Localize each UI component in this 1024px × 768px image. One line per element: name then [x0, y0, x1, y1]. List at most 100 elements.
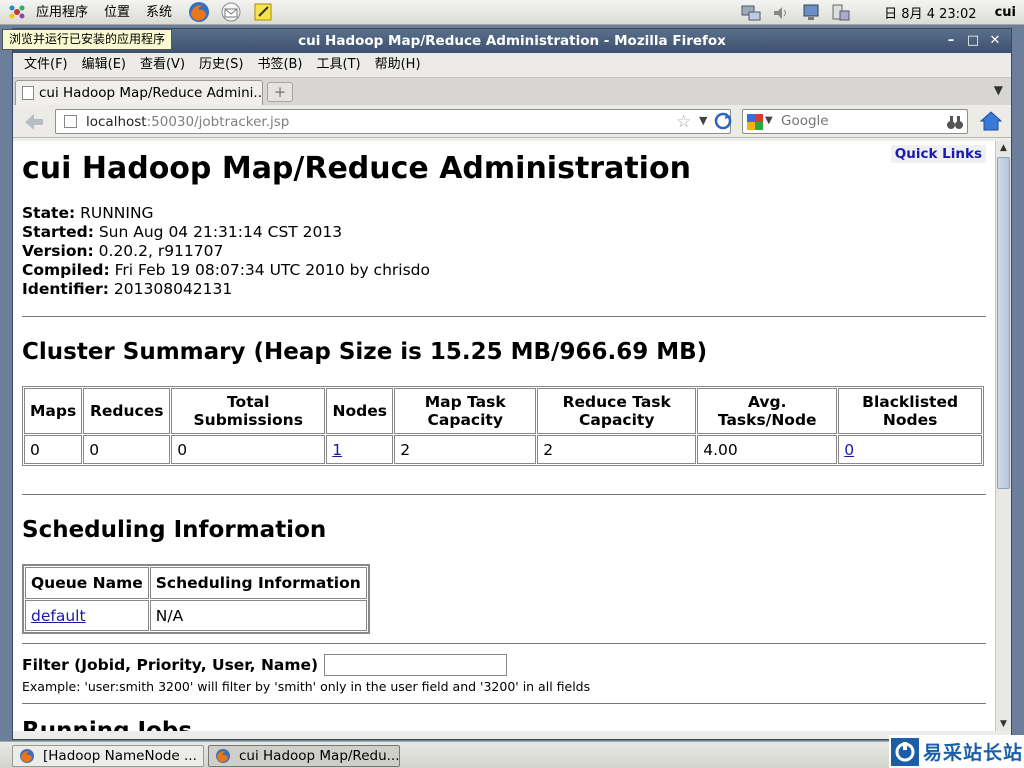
- cell-reduces: 0: [83, 435, 171, 464]
- maximize-icon[interactable]: □: [963, 31, 983, 51]
- page-content: Quick Links cui Hadoop Map/Reduce Admini…: [13, 141, 1011, 731]
- home-icon[interactable]: [979, 109, 1003, 133]
- divider: [22, 494, 986, 495]
- jobtracker-page: cui Hadoop Map/Reduce Administration Sta…: [22, 141, 986, 731]
- compiled-value: Fri Feb 19 08:07:34 UTC 2010 by chrisdo: [109, 261, 430, 279]
- applications-tooltip: 浏览并运行已安装的应用程序: [2, 29, 173, 50]
- menu-bookmarks[interactable]: 书签(B): [250, 53, 309, 77]
- cell-reduce-task-capacity: 2: [537, 435, 697, 464]
- scroll-up-icon[interactable]: ▲: [996, 141, 1011, 155]
- task-hadoop-namenode[interactable]: [Hadoop NameNode ...: [12, 745, 204, 767]
- started-line: Started: Sun Aug 04 21:31:14 CST 2013: [22, 223, 986, 242]
- notes-launcher-icon[interactable]: [250, 1, 276, 23]
- col-reduce-task-capacity: Reduce Task Capacity: [537, 388, 697, 434]
- menu-file[interactable]: 文件(F): [17, 53, 75, 77]
- identifier-line: Identifier: 201308042131: [22, 280, 986, 299]
- search-binoculars-icon[interactable]: [947, 114, 963, 130]
- applications-icon[interactable]: [8, 3, 26, 21]
- watermark-text: 易采站长站: [923, 742, 1024, 764]
- col-scheduling-information: Scheduling Information: [149, 567, 367, 599]
- url-path: :50030/jobtracker.jsp: [146, 113, 290, 130]
- state-label: State:: [22, 204, 76, 222]
- engine-dropdown-icon[interactable]: ▼: [765, 115, 773, 126]
- identifier-value: 201308042131: [108, 280, 233, 298]
- url-bar[interactable]: localhost:50030/jobtracker.jsp ☆ ▼: [55, 109, 732, 134]
- cell-maps: 0: [24, 435, 83, 464]
- table-header-row: Queue Name Scheduling Information: [25, 567, 367, 599]
- nodes-link[interactable]: 1: [332, 441, 342, 459]
- navigation-bar: localhost:50030/jobtracker.jsp ☆ ▼ ▼: [13, 105, 1011, 138]
- running-jobs-heading: Running Jobs: [22, 718, 193, 731]
- search-bar[interactable]: ▼: [742, 109, 968, 134]
- google-engine-icon[interactable]: [747, 114, 763, 130]
- site-identity-icon[interactable]: [64, 115, 77, 128]
- tab-list-chevron-icon[interactable]: ▼: [994, 83, 1003, 97]
- blacklisted-nodes-link[interactable]: 0: [844, 441, 854, 459]
- menu-view[interactable]: 查看(V): [133, 53, 192, 77]
- mail-launcher-icon[interactable]: [218, 1, 244, 23]
- cell-total-submissions: 0: [171, 435, 326, 464]
- bookmark-star-icon[interactable]: ☆: [676, 112, 691, 132]
- filter-input[interactable]: [324, 654, 508, 676]
- col-reduces: Reduces: [83, 388, 171, 434]
- col-blacklisted-nodes: Blacklisted Nodes: [838, 388, 982, 434]
- table-row: 0 0 0 1 2 2 4.00 0: [24, 435, 982, 464]
- task-label: cui Hadoop Map/Redu...: [239, 748, 400, 764]
- cluster-summary-table: Maps Reduces Total Submissions Nodes Map…: [22, 386, 984, 466]
- new-tab-button[interactable]: +: [267, 82, 293, 102]
- tab-jobtracker[interactable]: cui Hadoop Map/Reduce Admini...: [15, 80, 263, 105]
- started-label: Started:: [22, 223, 94, 241]
- tab-label: cui Hadoop Map/Reduce Admini...: [39, 85, 263, 101]
- system-tray: 日 8月 4 23:02 cui: [736, 0, 1024, 25]
- task-jobtracker[interactable]: cui Hadoop Map/Redu...: [208, 745, 400, 767]
- reload-icon[interactable]: [714, 112, 732, 130]
- compiled-label: Compiled:: [22, 261, 110, 279]
- scroll-down-icon[interactable]: ▼: [996, 717, 1011, 731]
- system-menu[interactable]: 系统: [138, 0, 180, 25]
- divider: [22, 703, 986, 704]
- close-icon[interactable]: ✕: [985, 31, 1005, 51]
- divider: [22, 316, 986, 317]
- search-input[interactable]: [781, 113, 941, 129]
- version-label: Version:: [22, 242, 94, 260]
- version-line: Version: 0.20.2, r911707: [22, 242, 986, 261]
- network-icon[interactable]: [738, 2, 764, 24]
- page-title: cui Hadoop Map/Reduce Administration: [22, 151, 691, 186]
- scroll-thumb[interactable]: [997, 157, 1010, 489]
- clock[interactable]: 日 8月 4 23:02: [884, 3, 976, 22]
- user-name[interactable]: cui: [995, 5, 1016, 20]
- places-menu[interactable]: 位置: [96, 0, 138, 25]
- scheduling-table: Queue Name Scheduling Information defaul…: [22, 564, 370, 634]
- volume-icon[interactable]: [768, 2, 794, 24]
- col-map-task-capacity: Map Task Capacity: [394, 388, 537, 434]
- tab-bar: cui Hadoop Map/Reduce Admini... + ▼: [13, 77, 1011, 105]
- table-header-row: Maps Reduces Total Submissions Nodes Map…: [24, 388, 982, 434]
- minimize-icon[interactable]: –: [941, 31, 961, 51]
- firefox-icon: [20, 749, 34, 763]
- cell-avg-tasks-node: 4.00: [697, 435, 838, 464]
- window-title: cui Hadoop Map/Reduce Administration - M…: [298, 33, 726, 49]
- url-dropdown-icon[interactable]: ▼: [699, 114, 707, 127]
- menu-edit[interactable]: 编辑(E): [75, 53, 133, 77]
- vertical-scrollbar[interactable]: ▲ ▼: [995, 141, 1011, 731]
- menu-help[interactable]: 帮助(H): [368, 53, 428, 77]
- cell-blacklisted-nodes: 0: [838, 435, 982, 464]
- col-maps: Maps: [24, 388, 83, 434]
- queue-default-link[interactable]: default: [31, 607, 86, 625]
- menu-history[interactable]: 历史(S): [192, 53, 250, 77]
- filter-row: Filter (Jobid, Priority, User, Name): [22, 654, 986, 676]
- firefox-launcher-icon[interactable]: [186, 1, 212, 23]
- firefox-icon: [216, 749, 230, 763]
- url-host: localhost: [86, 113, 147, 130]
- menu-tools[interactable]: 工具(T): [310, 53, 368, 77]
- identifier-label: Identifier:: [22, 280, 109, 298]
- compiled-line: Compiled: Fri Feb 19 08:07:34 UTC 2010 b…: [22, 261, 986, 280]
- display-icon[interactable]: [798, 2, 824, 24]
- back-arrow-icon[interactable]: [23, 112, 45, 132]
- firefox-window: cui Hadoop Map/Reduce Administration - M…: [12, 28, 1012, 740]
- update-icon[interactable]: [828, 2, 854, 24]
- applications-menu[interactable]: 应用程序: [28, 0, 96, 25]
- state-value: RUNNING: [75, 204, 154, 222]
- filter-example: Example: 'user:smith 3200' will filter b…: [22, 679, 591, 694]
- cell-queue-name: default: [25, 600, 149, 631]
